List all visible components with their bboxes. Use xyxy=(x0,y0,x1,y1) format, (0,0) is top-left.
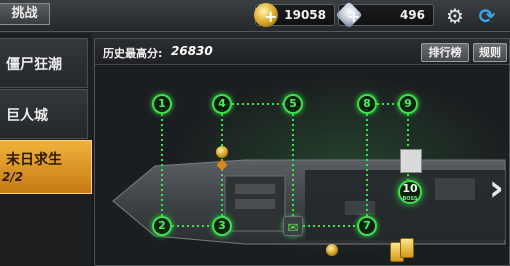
sidebar-item-label: 僵尸狂潮 xyxy=(6,57,62,73)
boss-label: BOSS xyxy=(402,196,418,202)
challenge-panel: 历史最高分: 26830 排行榜 规则 1 2 3 4 5 7 8 9 ✉ 10… xyxy=(94,38,510,266)
gear-icon[interactable]: ⚙ xyxy=(444,5,466,27)
rules-button[interactable]: 规则 xyxy=(473,43,507,62)
boss-stage-node[interactable]: 10 BOSS xyxy=(398,180,422,204)
stage-node-3[interactable]: 3 xyxy=(212,216,232,236)
best-score-value: 26830 xyxy=(171,44,213,58)
gold-cards-reward-icon xyxy=(390,238,416,262)
stage-node-7[interactable]: 7 xyxy=(357,216,377,236)
stage-node-1[interactable]: 1 xyxy=(152,94,172,114)
next-page-arrow-icon[interactable]: › xyxy=(489,171,504,207)
gold-value: 19058 xyxy=(284,8,326,22)
sidebar-item-label: 末日求生 xyxy=(6,152,62,168)
gem-resource[interactable]: + 496 xyxy=(335,1,434,29)
stage-node-5[interactable]: 5 xyxy=(283,94,303,114)
challenge-tab[interactable]: 挑战 xyxy=(0,3,50,25)
sidebar-item-zombie-tide[interactable]: 僵尸狂潮 xyxy=(0,38,88,88)
coin-reward-icon xyxy=(326,244,338,256)
leaderboard-button[interactable]: 排行榜 xyxy=(421,43,469,62)
gem-value: 496 xyxy=(399,8,425,22)
stage-node-8[interactable]: 8 xyxy=(357,94,377,114)
refresh-icon[interactable]: ⟳ xyxy=(476,5,498,27)
coin-reward-icon xyxy=(216,146,228,158)
stage-node-4[interactable]: 4 xyxy=(212,94,232,114)
chat-bubble-icon: ✉ xyxy=(287,221,299,236)
stage-node-9[interactable]: 9 xyxy=(398,94,418,114)
panel-header: 历史最高分: 26830 排行榜 规则 xyxy=(95,39,509,65)
boss-stage-number: 10 xyxy=(402,182,418,195)
stage-progress: 2/2 xyxy=(2,170,24,184)
mode-sidebar: 僵尸狂潮 巨人城 末日求生 2/2 xyxy=(0,33,92,266)
add-gem-icon[interactable]: + xyxy=(347,9,360,25)
sidebar-item-label: 巨人城 xyxy=(6,108,48,124)
sidebar-item-doomsday-survival[interactable]: 末日求生 2/2 xyxy=(0,140,92,194)
game-screen: { "header": { "tab_label": "挑战", "gold_v… xyxy=(0,0,510,266)
sidebar-item-giant-city[interactable]: 巨人城 xyxy=(0,89,88,139)
top-bar: 挑战 + 19058 + 496 ⚙ ⟳ xyxy=(0,0,510,32)
stage-map: 1 2 3 4 5 6 7 8 9 ✉ 10 BOSS › xyxy=(95,66,509,265)
best-score-label: 历史最高分: xyxy=(103,47,163,60)
gold-resource[interactable]: + 19058 xyxy=(254,3,335,27)
boss-portrait-icon xyxy=(400,149,422,173)
stage-node-2[interactable]: 2 xyxy=(152,216,172,236)
add-gold-icon[interactable]: + xyxy=(264,9,277,25)
wechat-share-icon[interactable]: ✉ xyxy=(283,216,303,236)
